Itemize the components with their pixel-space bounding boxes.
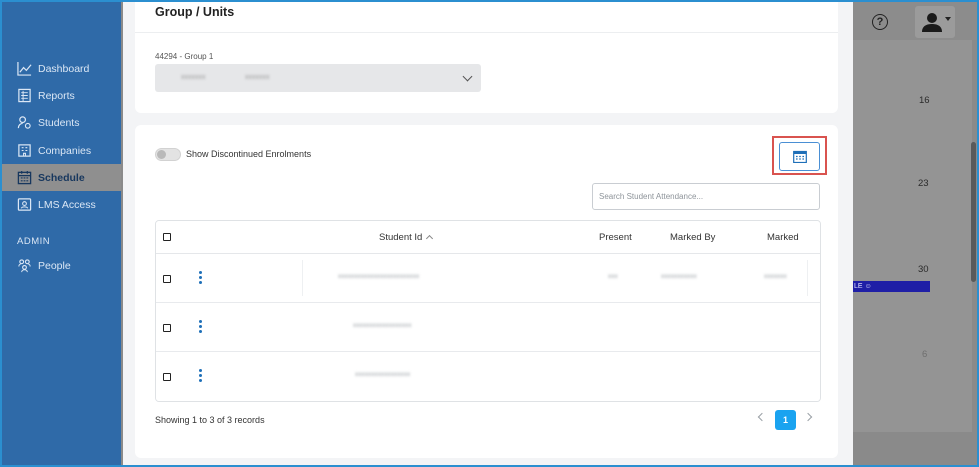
column-divider (302, 260, 303, 296)
column-header-marked-by[interactable]: Marked By (670, 232, 715, 243)
marked-by-cell: xxxxxxxxxxx (661, 273, 697, 280)
sidebar-item-label: Companies (38, 144, 92, 157)
app-window: Dashboard Reports Students Companies Sch… (2, 2, 977, 465)
report-icon (16, 88, 32, 104)
student-id-cell: xxxxxxxxxxxxxxxxx (355, 371, 411, 378)
sidebar: Dashboard Reports Students Companies Sch… (2, 2, 121, 465)
student-id-cell: xxxxxxxxxxxxxxxxxxxxxxxxx (338, 273, 420, 280)
chevron-left-icon[interactable] (757, 412, 767, 422)
discontinued-toggle[interactable] (155, 148, 181, 161)
people-icon (16, 258, 32, 274)
calendar-icon (792, 150, 807, 163)
students-icon (16, 115, 32, 131)
group-unit-select[interactable]: xxxxxxx xxxxxxx (155, 64, 481, 92)
marked-cell: xxxxxxx (764, 273, 787, 280)
select-value: xxxxxxx (245, 74, 270, 81)
sidebar-item-schedule[interactable]: Schedule (2, 164, 121, 191)
lms-icon (16, 197, 32, 213)
chevron-down-icon (462, 71, 473, 82)
attendance-modal: Group / Units 44294 - Group 1 xxxxxxx xx… (123, 2, 853, 465)
table-row[interactable]: xxxxxxxxxxxxxxxxx (156, 352, 820, 401)
page-scrollbar[interactable] (971, 142, 976, 282)
attendance-card: Show Discontinued Enrolments Student Id … (135, 125, 838, 458)
help-icon[interactable]: ? (872, 14, 888, 30)
select-all-checkbox[interactable] (163, 233, 171, 241)
calendar-icon (16, 170, 32, 186)
building-icon (16, 143, 32, 159)
sidebar-item-people[interactable]: People (2, 252, 121, 279)
user-menu-button[interactable] (915, 6, 955, 38)
row-actions-icon[interactable] (199, 271, 202, 284)
records-summary: Showing 1 to 3 of 3 records (155, 415, 265, 425)
sidebar-item-dashboard[interactable]: Dashboard (2, 55, 121, 82)
row-actions-icon[interactable] (199, 320, 202, 333)
sidebar-section-admin: ADMIN (17, 236, 51, 247)
row-actions-icon[interactable] (199, 369, 202, 382)
line-chart-icon (16, 61, 32, 77)
avatar-icon (922, 13, 942, 32)
group-label: 44294 - Group 1 (155, 52, 214, 61)
table-header: Student Id Present Marked By Marked (156, 221, 820, 254)
column-header-marked[interactable]: Marked (767, 232, 799, 243)
column-header-present[interactable]: Present (599, 232, 632, 243)
student-id-cell: xxxxxxxxxxxxxxxxxx (353, 322, 412, 329)
sidebar-item-label: Schedule (38, 171, 85, 184)
column-header-student-id[interactable]: Student Id (379, 232, 434, 243)
sidebar-item-students[interactable]: Students (2, 109, 121, 136)
toggle-label: Show Discontinued Enrolments (186, 149, 312, 159)
sidebar-item-label: People (38, 259, 71, 272)
user-icon: ☺ (864, 283, 872, 290)
sidebar-item-companies[interactable]: Companies (2, 137, 121, 164)
chevron-right-icon[interactable] (803, 412, 813, 422)
row-checkbox[interactable] (163, 275, 171, 283)
search-input[interactable] (592, 183, 820, 210)
column-divider (807, 260, 808, 296)
calendar-day-number: 23 (918, 178, 929, 189)
sort-ascending-icon (426, 234, 434, 243)
sidebar-item-label: Reports (38, 89, 75, 102)
calendar-event: LE ☺ (852, 281, 930, 292)
sidebar-item-label: LMS Access (38, 198, 96, 211)
attendance-table: Student Id Present Marked By Marked xxxx… (155, 220, 821, 402)
calendar-day-number: 30 (918, 264, 929, 275)
table-row[interactable]: xxxxxxxxxxxxxxxxxxxxxxxxx xxx xxxxxxxxxx… (156, 254, 820, 303)
sidebar-item-label: Students (38, 116, 80, 129)
row-checkbox[interactable] (163, 373, 171, 381)
chevron-down-icon (945, 17, 951, 21)
divider (135, 32, 838, 33)
sidebar-item-label: Dashboard (38, 62, 90, 75)
group-units-card: Group / Units 44294 - Group 1 xxxxxxx xx… (135, 2, 838, 113)
calendar-day-number: 16 (919, 95, 930, 106)
row-checkbox[interactable] (163, 324, 171, 332)
present-cell: xxx (608, 273, 618, 280)
page-button-current[interactable]: 1 (775, 410, 796, 430)
calendar-button[interactable] (779, 142, 820, 171)
table-row[interactable]: xxxxxxxxxxxxxxxxxx (156, 303, 820, 352)
sidebar-item-lms-access[interactable]: LMS Access (2, 191, 121, 218)
column-header-label: Student Id (379, 232, 423, 243)
select-value: xxxxxxx (181, 74, 206, 81)
calendar-event-label: LE (854, 283, 863, 290)
sidebar-item-reports[interactable]: Reports (2, 82, 121, 109)
card-title: Group / Units (155, 5, 235, 19)
calendar-day-number: 6 (922, 349, 928, 360)
background-calendar (852, 40, 972, 432)
